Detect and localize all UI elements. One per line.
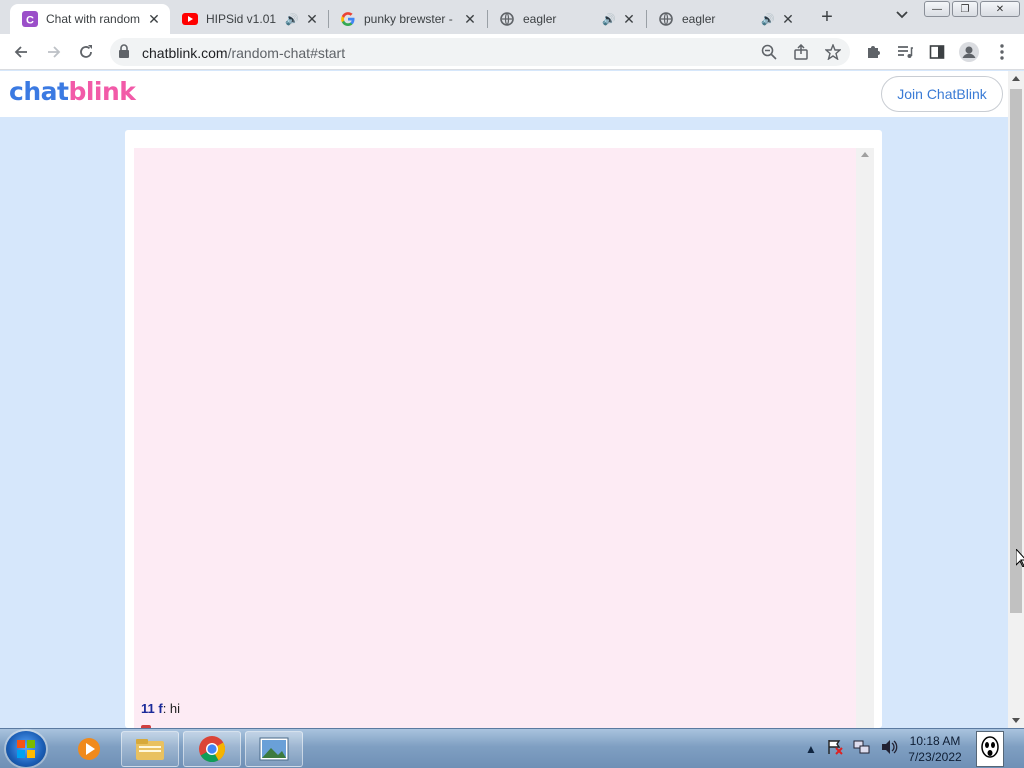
volume-icon[interactable] <box>881 739 899 758</box>
svg-text:C: C <box>26 15 34 27</box>
chrome-taskbar-icon[interactable] <box>183 731 241 767</box>
user-avatar-icon[interactable] <box>976 731 1004 767</box>
message-nick: 11 f <box>141 701 163 716</box>
bookmark-star-icon[interactable] <box>822 41 844 63</box>
restore-button[interactable]: ❐ <box>952 1 978 17</box>
network-icon[interactable] <box>853 739 871 758</box>
clock-time: 10:18 AM <box>909 734 961 748</box>
file-explorer-taskbar-icon[interactable] <box>121 731 179 767</box>
taskbar-clock[interactable]: 10:18 AM 7/23/2022 <box>900 733 970 765</box>
page-scrollbar[interactable] <box>1008 71 1024 728</box>
share-icon[interactable] <box>790 41 812 63</box>
tab-title: Chat with random <box>46 12 141 26</box>
system-tray: ▲ <box>805 739 899 758</box>
side-panel-icon[interactable] <box>926 41 948 63</box>
tab-title: HIPSid v1.01 ( <box>206 12 280 26</box>
url-text: chatblink.com/random-chat#start <box>142 45 345 61</box>
menu-kebab-icon[interactable] <box>991 41 1013 63</box>
youtube-icon <box>182 11 198 27</box>
start-button[interactable] <box>6 731 46 767</box>
site-header: chatblink Join ChatBlink <box>0 71 1008 117</box>
tab-eagler-1[interactable]: eagler 🔊 ✕ <box>487 4 645 34</box>
tab-chatblink[interactable]: C Chat with random ✕ <box>10 4 170 34</box>
scroll-up-arrow-icon[interactable] <box>861 152 869 157</box>
tab-title: eagler <box>682 12 716 26</box>
google-icon <box>340 11 356 27</box>
logo-part-chat: chat <box>9 77 69 106</box>
globe-icon <box>499 11 515 27</box>
windows-taskbar: ▲ 10:18 AM 7/23/2022 <box>0 728 1024 768</box>
close-icon[interactable]: ✕ <box>621 11 637 27</box>
new-tab-button[interactable]: + <box>816 6 838 28</box>
action-center-flag-icon[interactable] <box>827 739 843 758</box>
tab-strip: C Chat with random ✕ HIPSid v1.01 ( 🔊 ✕ … <box>0 0 1024 34</box>
browser-toolbar: chatblink.com/random-chat#start <box>0 34 1024 70</box>
back-arrow-icon[interactable] <box>10 41 32 63</box>
image-viewer-taskbar-icon[interactable] <box>245 731 303 767</box>
close-icon[interactable]: ✕ <box>780 11 796 27</box>
lock-icon[interactable] <box>118 44 130 61</box>
speaker-icon[interactable]: 🔊 <box>284 13 300 26</box>
mouse-cursor-icon <box>1015 547 1024 570</box>
window-controls: — ❐ ✕ <box>924 1 1020 17</box>
globe-icon <box>658 11 674 27</box>
reload-icon[interactable] <box>75 41 97 63</box>
tab-search-chevron-icon[interactable] <box>895 8 915 26</box>
forward-arrow-icon[interactable] <box>43 41 65 63</box>
close-icon[interactable]: ✕ <box>146 11 162 27</box>
chat-scrollbar[interactable] <box>856 148 874 728</box>
url-path: /random-chat#start <box>227 45 346 61</box>
minimize-button[interactable]: — <box>924 1 950 17</box>
profile-avatar-icon[interactable] <box>958 41 980 63</box>
tab-youtube[interactable]: HIPSid v1.01 ( 🔊 ✕ <box>170 4 328 34</box>
close-icon[interactable]: ✕ <box>462 11 478 27</box>
zoom-icon[interactable] <box>758 41 780 63</box>
speaker-icon[interactable]: 🔊 <box>601 13 617 26</box>
show-hidden-icons-icon[interactable]: ▲ <box>805 742 817 756</box>
chatblink-favicon-icon: C <box>22 11 38 27</box>
message-text: : hi <box>162 701 181 716</box>
clock-date: 7/23/2022 <box>908 750 962 764</box>
media-queue-icon[interactable] <box>894 41 916 63</box>
tab-title: punky brewster - <box>364 12 453 26</box>
join-chatblink-button[interactable]: Join ChatBlink <box>881 76 1003 112</box>
scrollbar-thumb[interactable] <box>1010 89 1022 613</box>
windows-logo-icon <box>17 740 35 758</box>
speaker-icon[interactable]: 🔊 <box>760 13 776 26</box>
tab-title: eagler <box>523 12 557 26</box>
logo-part-blink: blink <box>68 77 136 106</box>
address-bar[interactable]: chatblink.com/random-chat#start <box>110 38 850 66</box>
scroll-up-arrow-icon[interactable] <box>1012 76 1020 81</box>
tab-google[interactable]: punky brewster - ✕ <box>328 4 486 34</box>
url-domain: chatblink.com <box>142 45 228 61</box>
extensions-puzzle-icon[interactable] <box>862 41 884 63</box>
tab-eagler-2[interactable]: eagler 🔊 ✕ <box>646 4 804 34</box>
scroll-down-arrow-icon[interactable] <box>1012 718 1020 723</box>
chatblink-logo[interactable]: chatblink <box>9 77 136 106</box>
chat-log[interactable]: 11 f: hi <box>134 148 874 728</box>
media-player-taskbar-icon[interactable] <box>60 731 118 767</box>
window-close-button[interactable]: ✕ <box>980 1 1020 17</box>
chat-message: 11 f: hi <box>141 701 180 716</box>
close-icon[interactable]: ✕ <box>304 11 320 27</box>
